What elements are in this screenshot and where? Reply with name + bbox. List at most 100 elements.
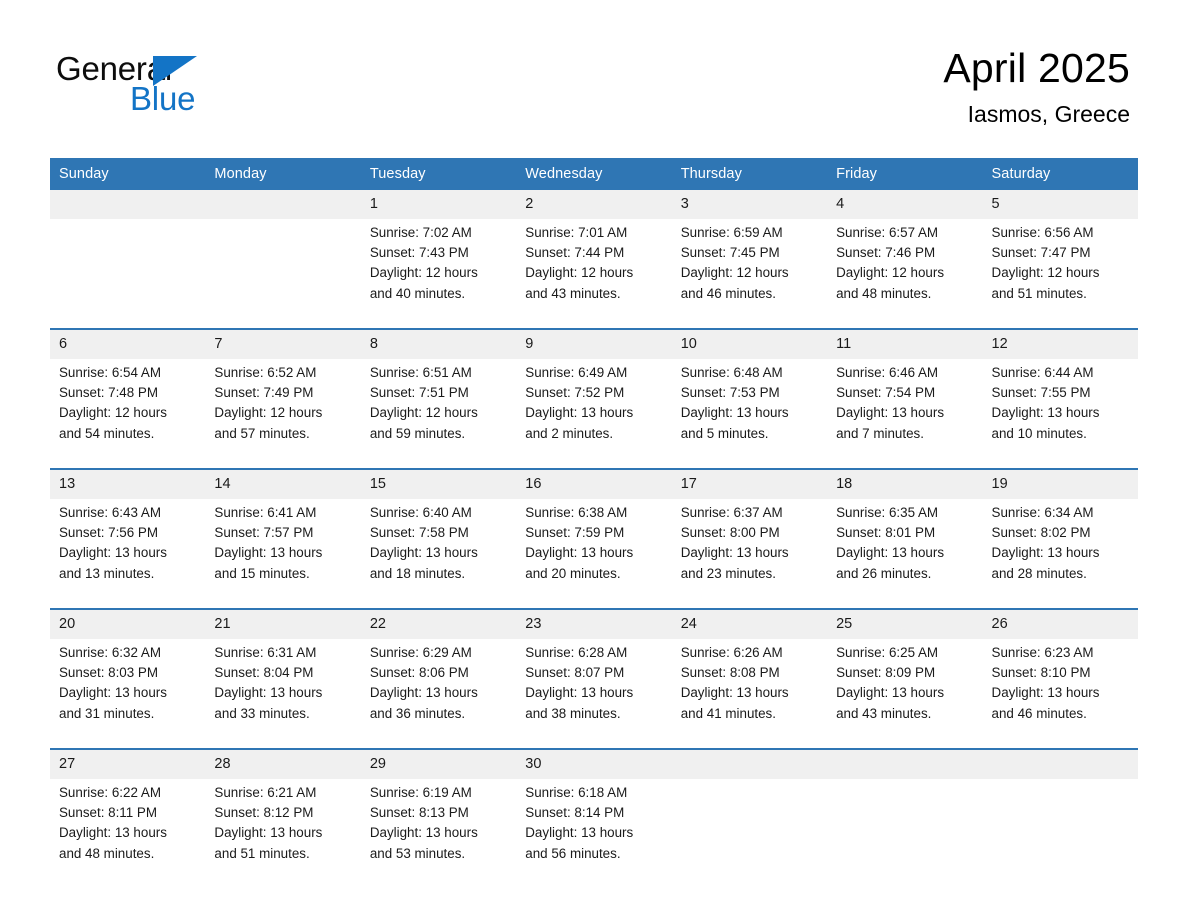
day-number: 14: [205, 468, 361, 499]
daylight-text: Daylight: 13 hours: [991, 405, 1100, 421]
daylight-text-cont: and 20 minutes.: [525, 565, 621, 581]
day-number: 24: [671, 608, 828, 639]
daylight-text: Daylight: 13 hours: [525, 405, 634, 421]
page-subtitle: Iasmos, Greece: [967, 101, 1130, 127]
sunrise-text: Sunrise: 6:26 AM: [680, 645, 783, 660]
day-number: 13: [50, 468, 206, 499]
daylight-text: Daylight: 13 hours: [214, 685, 323, 701]
sunrise-text: Sunrise: 6:21 AM: [214, 785, 317, 800]
daylight-text-cont: and 46 minutes.: [991, 705, 1087, 721]
week-info-row: Sunrise: 6:22 AM Sunset: 8:11 PM Dayligh…: [50, 779, 1138, 888]
day-number: 27: [50, 748, 206, 779]
sunset-text: Sunset: 8:13 PM: [369, 805, 469, 821]
weekday-header-wednesday: Wednesday: [516, 158, 672, 190]
day-number: 12: [982, 328, 1138, 359]
sunset-text: Sunset: 8:09 PM: [836, 665, 936, 681]
day-number: 26: [982, 608, 1138, 639]
day-cell: Sunrise: 6:56 AM Sunset: 7:47 PM Dayligh…: [982, 219, 1138, 329]
daylight-text-cont: and 31 minutes.: [59, 705, 155, 721]
day-number: 30: [516, 748, 672, 779]
daylight-text-cont: and 10 minutes.: [991, 425, 1087, 441]
daylight-text: Daylight: 12 hours: [991, 265, 1100, 281]
daylight-text: Daylight: 13 hours: [525, 545, 634, 561]
daylight-text-cont: and 26 minutes.: [836, 565, 932, 581]
day-number: 4: [827, 190, 983, 219]
sunset-text: Sunset: 8:14 PM: [525, 805, 625, 821]
daylight-text-cont: and 48 minutes.: [59, 845, 155, 861]
daylight-text-cont: and 18 minutes.: [369, 565, 466, 581]
day-number: [50, 190, 206, 219]
day-number: 5: [982, 190, 1138, 219]
daylight-text: Daylight: 13 hours: [836, 545, 945, 561]
daylight-text: Daylight: 12 hours: [369, 265, 478, 281]
daylight-text: Daylight: 13 hours: [680, 685, 789, 701]
daylight-text-cont: and 51 minutes.: [214, 845, 310, 861]
day-number: 9: [516, 328, 672, 359]
weekday-header-monday: Monday: [205, 158, 361, 190]
sunset-text: Sunset: 8:08 PM: [680, 665, 780, 681]
day-number: 2: [516, 190, 672, 219]
sunrise-text: Sunrise: 6:22 AM: [59, 785, 161, 800]
sunset-text: Sunset: 7:58 PM: [369, 525, 469, 541]
daylight-text: Daylight: 12 hours: [214, 405, 323, 421]
logo-text-blue: Blue: [130, 80, 196, 117]
calendar-page: General Blue April 2025 Iasmos, Greece S…: [0, 0, 1188, 918]
title-block: April 2025 Iasmos, Greece: [943, 44, 1130, 128]
day-number: 10: [671, 328, 828, 359]
sunset-text: Sunset: 8:07 PM: [525, 665, 625, 681]
sunset-text: Sunset: 8:10 PM: [991, 665, 1091, 681]
daylight-text: Daylight: 13 hours: [836, 405, 945, 421]
sunrise-text: Sunrise: 6:38 AM: [525, 505, 628, 520]
daylight-text-cont: and 57 minutes.: [214, 425, 310, 441]
sunset-text: Sunset: 7:49 PM: [214, 385, 314, 401]
daylight-text: Daylight: 13 hours: [59, 545, 167, 561]
sunrise-text: Sunrise: 6:51 AM: [369, 365, 472, 380]
day-cell: [205, 219, 361, 329]
day-cell: Sunrise: 6:41 AM Sunset: 7:57 PM Dayligh…: [205, 499, 361, 609]
week-dates-row: 6 7 8 9 10 11 12: [50, 328, 1138, 359]
daylight-text-cont: and 43 minutes.: [836, 705, 932, 721]
day-cell: Sunrise: 6:37 AM Sunset: 8:00 PM Dayligh…: [671, 499, 828, 609]
weekday-header-saturday: Saturday: [982, 158, 1138, 190]
week-dates-row: 1 2 3 4 5: [50, 190, 1138, 219]
day-number: 25: [827, 608, 983, 639]
sunrise-text: Sunrise: 6:35 AM: [836, 505, 939, 520]
sunrise-text: Sunrise: 6:18 AM: [525, 785, 628, 800]
day-cell: Sunrise: 6:48 AM Sunset: 7:53 PM Dayligh…: [671, 359, 828, 469]
sunrise-text: Sunrise: 6:48 AM: [680, 365, 783, 380]
day-cell: [982, 779, 1138, 888]
day-cell: Sunrise: 6:23 AM Sunset: 8:10 PM Dayligh…: [982, 639, 1138, 749]
daylight-text-cont: and 5 minutes.: [680, 425, 769, 441]
sunset-text: Sunset: 7:55 PM: [991, 385, 1091, 401]
day-cell: Sunrise: 7:01 AM Sunset: 7:44 PM Dayligh…: [516, 219, 672, 329]
daylight-text: Daylight: 13 hours: [369, 545, 478, 561]
sunset-text: Sunset: 8:12 PM: [214, 805, 314, 821]
sunset-text: Sunset: 7:46 PM: [836, 245, 936, 261]
daylight-text-cont: and 40 minutes.: [369, 285, 466, 301]
daylight-text: Daylight: 13 hours: [525, 825, 634, 841]
day-cell: Sunrise: 6:35 AM Sunset: 8:01 PM Dayligh…: [827, 499, 983, 609]
day-number: 8: [360, 328, 517, 359]
day-number: 19: [982, 468, 1138, 499]
daylight-text-cont: and 23 minutes.: [680, 565, 776, 581]
day-number: 1: [360, 190, 517, 219]
day-cell: Sunrise: 6:51 AM Sunset: 7:51 PM Dayligh…: [360, 359, 517, 469]
daylight-text: Daylight: 13 hours: [680, 405, 789, 421]
sunrise-text: Sunrise: 6:28 AM: [525, 645, 628, 660]
sunset-text: Sunset: 8:03 PM: [59, 665, 158, 681]
sunset-text: Sunset: 7:57 PM: [214, 525, 314, 541]
week-info-row: Sunrise: 6:43 AM Sunset: 7:56 PM Dayligh…: [50, 499, 1138, 609]
sunset-text: Sunset: 8:04 PM: [214, 665, 314, 681]
sunrise-text: Sunrise: 6:43 AM: [59, 505, 161, 520]
daylight-text: Daylight: 12 hours: [836, 265, 945, 281]
day-number: 6: [50, 328, 206, 359]
sunset-text: Sunset: 7:52 PM: [525, 385, 625, 401]
daylight-text-cont: and 15 minutes.: [214, 565, 310, 581]
daylight-text-cont: and 59 minutes.: [369, 425, 466, 441]
sunrise-text: Sunrise: 6:25 AM: [836, 645, 939, 660]
daylight-text: Daylight: 13 hours: [369, 685, 478, 701]
sunset-text: Sunset: 7:54 PM: [836, 385, 936, 401]
day-cell: Sunrise: 6:59 AM Sunset: 7:45 PM Dayligh…: [671, 219, 828, 329]
day-number: 29: [360, 748, 517, 779]
day-number: 17: [671, 468, 828, 499]
